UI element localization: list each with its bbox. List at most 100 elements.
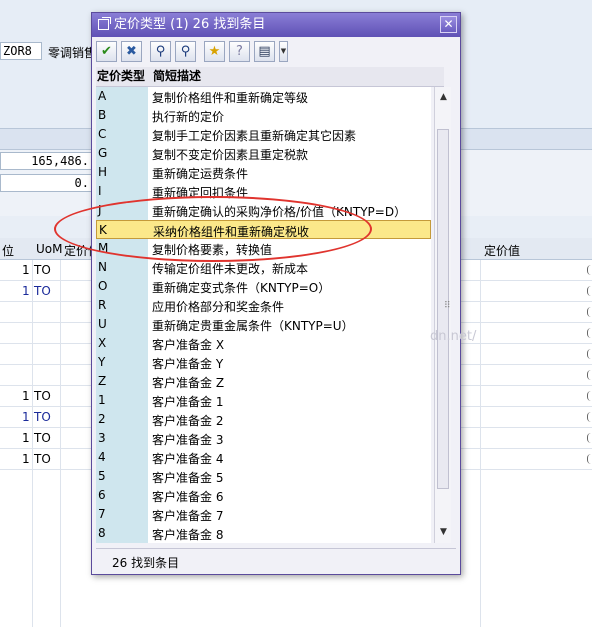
scroll-up-icon[interactable]: ▲ bbox=[436, 89, 451, 106]
print-icon[interactable]: ▤ bbox=[254, 41, 275, 62]
pricing-type-list: A 复制价格组件和重新确定等级 B 执行新的定价 C 复制手工定价因素且重新确定其它因素 G… bbox=[96, 87, 431, 543]
list-item-description: 客户准备金 4 bbox=[152, 452, 224, 466]
list-item[interactable]: Y 客户准备金 Y bbox=[96, 353, 431, 372]
list-item-code: 3 bbox=[98, 431, 106, 445]
grid-header-price-value: 定价值 bbox=[484, 244, 521, 258]
qty-cell: 1 bbox=[22, 389, 30, 403]
list-item[interactable]: K 采纳价格组件和重新确定税收 bbox=[96, 220, 431, 239]
list-item-description: 客户准备金 6 bbox=[152, 490, 224, 504]
list-item-code: 5 bbox=[98, 469, 106, 483]
list-item[interactable]: 7 客户准备金 7 bbox=[96, 505, 431, 524]
qty-cell: 1 bbox=[22, 431, 30, 445]
list-item-description: 复制手工定价因素且重新确定其它因素 bbox=[152, 129, 357, 143]
dialog-statusbar: 26 找到条目 bbox=[96, 548, 456, 570]
list-item[interactable]: A 复制价格组件和重新确定等级 bbox=[96, 87, 431, 106]
external-window-icon bbox=[98, 17, 111, 30]
list-item-description: 客户准备金 1 bbox=[152, 395, 224, 409]
list-item[interactable]: G 复制不变定价因素且重定税款 bbox=[96, 144, 431, 163]
list-item-code: R bbox=[98, 298, 107, 312]
row-marker bbox=[587, 328, 592, 338]
list-item-description: 应用价格部分和奖金条件 bbox=[152, 300, 285, 314]
uom-cell: TO bbox=[34, 410, 51, 424]
list-item[interactable]: B 执行新的定价 bbox=[96, 106, 431, 125]
column-header-description[interactable]: 简短描述 bbox=[153, 67, 201, 86]
row-marker bbox=[587, 412, 592, 422]
net-amount-field[interactable]: 165,486. bbox=[0, 152, 96, 170]
list-item-code: A bbox=[98, 89, 107, 103]
help-icon[interactable]: ? bbox=[229, 41, 250, 62]
uom-cell: TO bbox=[34, 389, 51, 403]
list-item[interactable]: I 重新确定回扣条件 bbox=[96, 182, 431, 201]
uom-cell: TO bbox=[34, 452, 51, 466]
list-item-description: 执行新的定价 bbox=[152, 110, 225, 124]
scroll-down-icon[interactable]: ▼ bbox=[436, 524, 451, 541]
find-next-icon[interactable]: ⚲ bbox=[175, 41, 196, 62]
cancel-icon[interactable]: ✖ bbox=[121, 41, 142, 62]
list-item[interactable]: X 客户准备金 X bbox=[96, 334, 431, 353]
list-item-description: 客户准备金 8 bbox=[152, 528, 224, 542]
favorite-add-icon[interactable]: ★ bbox=[204, 41, 225, 62]
pricing-type-dialog: 定价类型 (1) 26 找到条目 ✕ ✔ ✖ ⚲ ⚲ ★? ▤ ▼ 定价类型 简短描述 A复… bbox=[91, 12, 476, 575]
list-item-code: Y bbox=[98, 355, 106, 369]
close-button[interactable]: ✕ bbox=[440, 16, 457, 33]
list-item-description: 重新确定回扣条件 bbox=[152, 186, 249, 200]
list-item-code: H bbox=[98, 165, 108, 179]
resize-grip-icon[interactable]: ⠿ bbox=[444, 301, 451, 311]
list-item[interactable]: U 重新确定贵重金属条件（KNTYP=U） bbox=[96, 315, 431, 334]
row-marker bbox=[587, 265, 592, 275]
list-item[interactable]: C 复制手工定价因素且重新确定其它因素 bbox=[96, 125, 431, 144]
qty-cell: 1 bbox=[22, 284, 30, 298]
qty-cell: 1 bbox=[22, 452, 30, 466]
list-item-code: 2 bbox=[98, 412, 106, 426]
list-item-description: 重新确定变式条件（KNTYP=O） bbox=[152, 281, 331, 295]
ok-icon[interactable]: ✔ bbox=[96, 41, 117, 62]
list-item-code: K bbox=[99, 223, 107, 237]
list-item[interactable]: Z 客户准备金 Z bbox=[96, 372, 431, 391]
row-marker bbox=[587, 286, 592, 296]
dialog-titlebar[interactable]: 定价类型 (1) 26 找到条目 ✕ bbox=[92, 13, 460, 37]
watermark-text: dn.net/ bbox=[430, 329, 477, 344]
list-item-description: 客户准备金 Z bbox=[152, 376, 225, 390]
list-item-description: 客户准备金 3 bbox=[152, 433, 224, 447]
list-item[interactable]: 5 客户准备金 5 bbox=[96, 467, 431, 486]
list-item[interactable]: 3 客户准备金 3 bbox=[96, 429, 431, 448]
list-item[interactable]: 6 客户准备金 6 bbox=[96, 486, 431, 505]
list-item-description: 重新确定确认的采购净价格/价值（KNTYP=D） bbox=[152, 205, 407, 219]
list-item-description: 复制不变定价因素且重定税款 bbox=[152, 148, 309, 162]
list-item[interactable]: 8 客户准备金 8 bbox=[96, 524, 431, 543]
uom-cell: TO bbox=[34, 284, 51, 298]
list-item[interactable]: N 传输定价组件未更改，新成本 bbox=[96, 258, 431, 277]
list-item-description: 复制价格要素，转换值 bbox=[152, 243, 273, 257]
list-item-code: N bbox=[98, 260, 107, 274]
list-item[interactable]: J 重新确定确认的采购净价格/价值（KNTYP=D） bbox=[96, 201, 431, 220]
list-item[interactable]: M 复制价格要素，转换值 bbox=[96, 239, 431, 258]
list-item-code: B bbox=[98, 108, 107, 122]
order-type-field[interactable]: ZOR8 bbox=[0, 42, 42, 60]
dialog-title: 定价类型 (1) 26 找到条目 bbox=[114, 17, 266, 32]
order-type-label: 零调销售 bbox=[48, 46, 97, 60]
qty-cell: 1 bbox=[22, 263, 30, 277]
list-item[interactable]: 2 客户准备金 2 bbox=[96, 410, 431, 429]
row-marker bbox=[587, 391, 592, 401]
list-item-code: I bbox=[98, 184, 102, 198]
row-marker bbox=[587, 349, 592, 359]
tax-amount-field[interactable]: 0. bbox=[0, 174, 96, 192]
list-item[interactable]: 4 客户准备金 4 bbox=[96, 448, 431, 467]
list-scrollbar[interactable]: ▲ ▼ bbox=[434, 87, 451, 543]
dropdown-icon[interactable]: ▼ bbox=[279, 41, 288, 62]
find-icon[interactable]: ⚲ bbox=[150, 41, 171, 62]
list-item-description: 采纳价格组件和重新确定税收 bbox=[153, 225, 310, 239]
list-item[interactable]: 1 客户准备金 1 bbox=[96, 391, 431, 410]
row-marker bbox=[587, 433, 592, 443]
list-item[interactable]: O 重新确定变式条件（KNTYP=O） bbox=[96, 277, 431, 296]
list-item-code: 7 bbox=[98, 507, 106, 521]
list-item-code: Z bbox=[98, 374, 107, 388]
list-item[interactable]: R 应用价格部分和奖金条件 bbox=[96, 296, 431, 315]
list-item-description: 客户准备金 X bbox=[152, 338, 225, 352]
list-item-code: 1 bbox=[98, 393, 106, 407]
list-item[interactable]: H 重新确定运费条件 bbox=[96, 163, 431, 182]
list-item-code: M bbox=[98, 241, 109, 255]
list-item-description: 客户准备金 Y bbox=[152, 357, 224, 371]
list-item-code: 6 bbox=[98, 488, 106, 502]
column-header-pricing-type[interactable]: 定价类型 bbox=[97, 67, 145, 86]
